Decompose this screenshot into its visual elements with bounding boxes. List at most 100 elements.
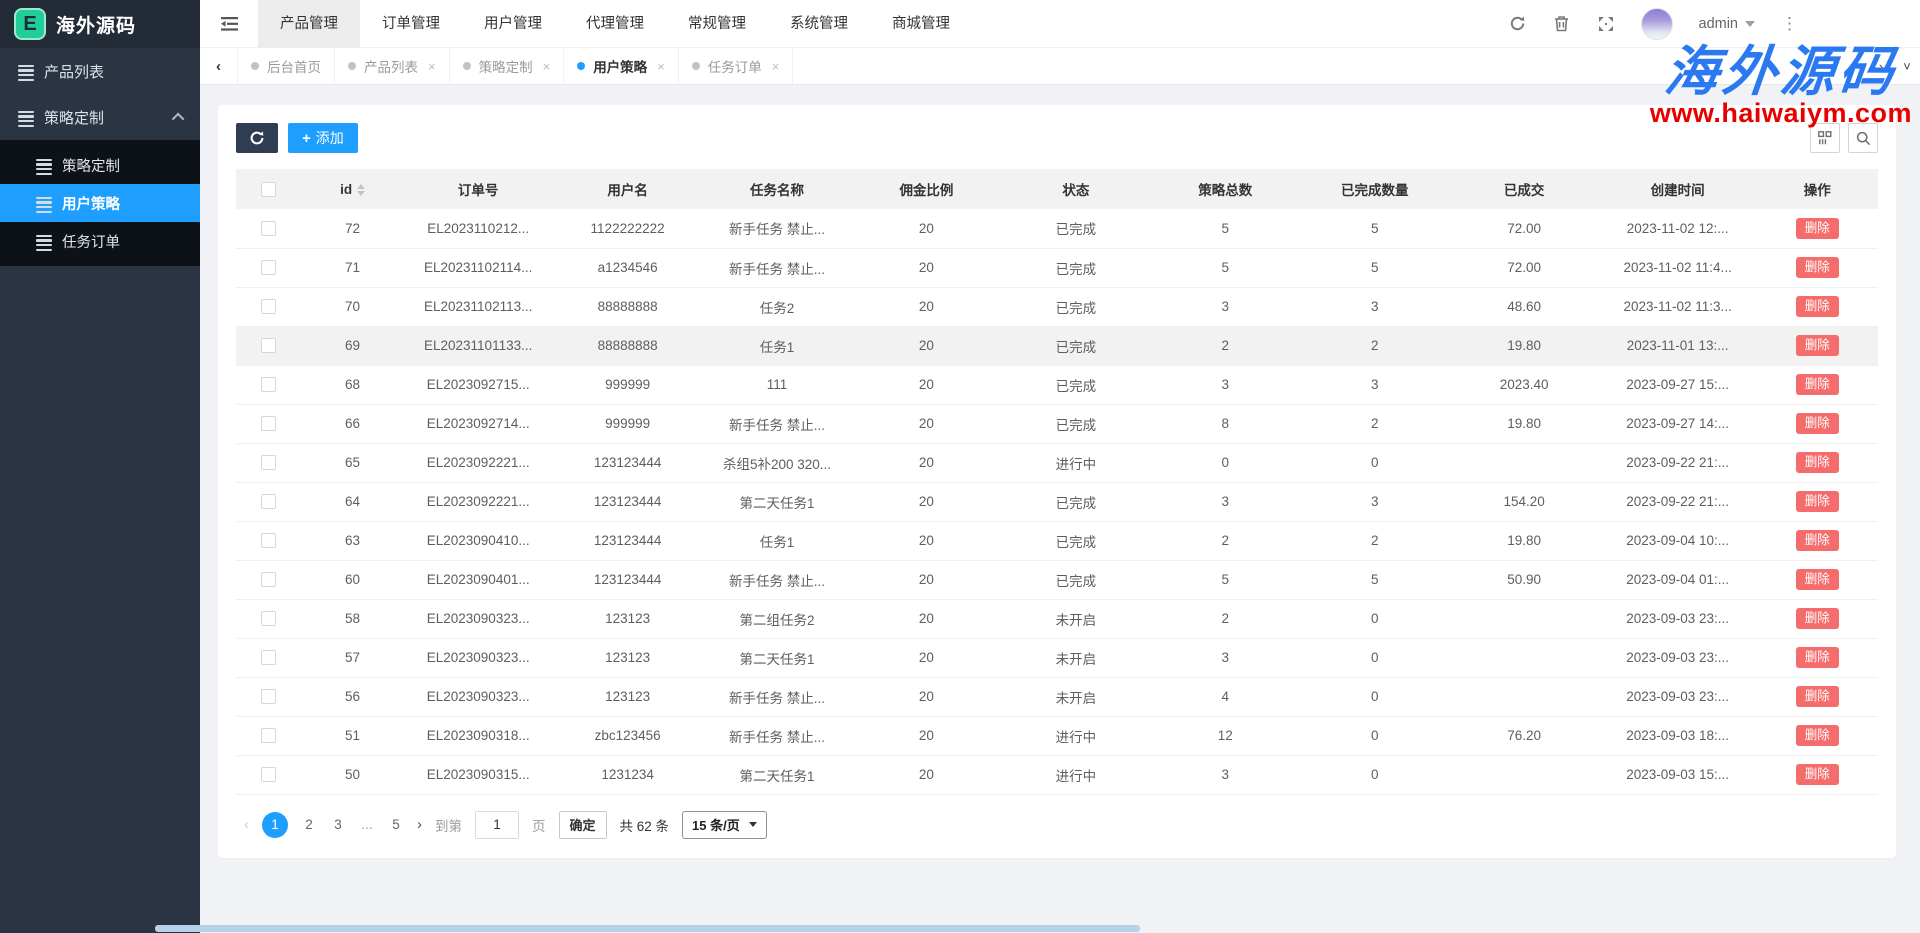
page-number[interactable]: 5 (388, 817, 404, 832)
row-checkbox[interactable] (261, 221, 276, 236)
sidebar-item[interactable]: 策略定制 (0, 94, 200, 140)
page-next-button[interactable]: › (417, 816, 422, 833)
row-checkbox[interactable] (261, 416, 276, 431)
page-tab[interactable]: 策略定制× (450, 48, 565, 84)
sidebar-collapse-icon[interactable] (200, 0, 258, 48)
top-header: 产品管理订单管理用户管理代理管理常规管理系统管理商城管理 admin ⋮ (200, 0, 1920, 48)
page-numbers: 123...5 (262, 812, 404, 838)
column-header: 已完成数量 (1300, 169, 1449, 209)
column-header: 佣金比例 (852, 169, 1001, 209)
cell-strategy-total: 4 (1151, 677, 1300, 716)
add-button[interactable]: + 添加 (288, 123, 358, 153)
row-checkbox[interactable] (261, 689, 276, 704)
table-row: 72EL2023110212...1122222222新手任务 禁止...20已… (236, 209, 1878, 248)
topnav-tab[interactable]: 商城管理 (870, 0, 972, 48)
sidebar-subitem[interactable]: 用户策略 (0, 184, 200, 222)
delete-button[interactable]: 删除 (1796, 257, 1839, 278)
page-prev-button[interactable]: ‹ (244, 816, 249, 833)
topnav-tab[interactable]: 系统管理 (768, 0, 870, 48)
goto-page-input[interactable] (475, 811, 519, 839)
row-checkbox[interactable] (261, 299, 276, 314)
row-checkbox[interactable] (261, 572, 276, 587)
row-checkbox[interactable] (261, 338, 276, 353)
row-checkbox[interactable] (261, 767, 276, 782)
horizontal-scrollbar[interactable] (155, 925, 1140, 932)
sidebar-subitem-label: 用户策略 (62, 193, 120, 214)
row-checkbox[interactable] (261, 728, 276, 743)
page-number[interactable]: 2 (301, 817, 317, 832)
delete-button[interactable]: 删除 (1796, 452, 1839, 473)
cell-amount: 19.80 (1449, 404, 1598, 443)
row-checkbox[interactable] (261, 494, 276, 509)
columns-toggle-button[interactable] (1810, 123, 1840, 153)
delete-button[interactable]: 删除 (1796, 491, 1839, 512)
page-tab[interactable]: 产品列表× (335, 48, 450, 84)
cell-strategy-total: 3 (1151, 482, 1300, 521)
row-checkbox[interactable] (261, 455, 276, 470)
page-tab[interactable]: 任务订单× (679, 48, 794, 84)
delete-button[interactable]: 删除 (1796, 335, 1839, 356)
sort-icon[interactable] (357, 184, 365, 196)
delete-button[interactable]: 删除 (1796, 647, 1839, 668)
topnav-tab[interactable]: 产品管理 (258, 0, 360, 48)
row-checkbox[interactable] (261, 260, 276, 275)
topnav-tab[interactable]: 常规管理 (666, 0, 768, 48)
delete-button[interactable]: 删除 (1796, 218, 1839, 239)
cell-commission: 20 (852, 248, 1001, 287)
row-checkbox[interactable] (261, 377, 276, 392)
tabbar-right-controls: › ˅ (1868, 48, 1920, 84)
topnav-tab[interactable]: 代理管理 (564, 0, 666, 48)
cell-commission: 20 (852, 482, 1001, 521)
select-all-checkbox[interactable] (261, 182, 276, 197)
fullscreen-icon[interactable] (1597, 15, 1615, 33)
tab-menu-icon[interactable]: ˅ (1894, 48, 1920, 84)
tab-close-icon[interactable]: × (543, 59, 551, 74)
topnav-tab[interactable]: 用户管理 (462, 0, 564, 48)
sidebar-subitem[interactable]: 策略定制 (0, 146, 200, 184)
tab-scroll-left[interactable]: ‹ (200, 48, 238, 84)
chevron-down-icon (1745, 21, 1755, 27)
search-button[interactable] (1848, 123, 1878, 153)
goto-confirm-button[interactable]: 确定 (559, 811, 607, 839)
delete-button[interactable]: 删除 (1796, 608, 1839, 629)
table-row: 70EL20231102113...88888888任务220已完成3348.6… (236, 287, 1878, 326)
delete-button[interactable]: 删除 (1796, 413, 1839, 434)
sidebar-item[interactable]: 产品列表 (0, 48, 200, 94)
row-checkbox[interactable] (261, 533, 276, 548)
refresh-icon[interactable] (1509, 15, 1527, 33)
cell-created-at: 2023-09-03 23:... (1599, 638, 1757, 677)
delete-button[interactable]: 删除 (1796, 686, 1839, 707)
delete-button[interactable]: 删除 (1796, 764, 1839, 785)
delete-button[interactable]: 删除 (1796, 530, 1839, 551)
cell-username: a1234546 (553, 248, 702, 287)
cell-username: 123123 (553, 638, 702, 677)
tab-scroll-right[interactable]: › (1868, 48, 1894, 84)
user-menu[interactable]: admin (1699, 16, 1756, 32)
row-checkbox[interactable] (261, 611, 276, 626)
trash-icon[interactable] (1553, 15, 1571, 33)
tab-close-icon[interactable]: × (428, 59, 436, 74)
cell-completed: 0 (1300, 755, 1449, 794)
cell-commission: 20 (852, 209, 1001, 248)
username-label: admin (1699, 16, 1739, 32)
topnav-tab[interactable]: 订单管理 (360, 0, 462, 48)
delete-button[interactable]: 删除 (1796, 725, 1839, 746)
delete-button[interactable]: 删除 (1796, 374, 1839, 395)
user-avatar[interactable] (1641, 8, 1673, 40)
page-tab[interactable]: 后台首页 (238, 48, 335, 84)
delete-button[interactable]: 删除 (1796, 296, 1839, 317)
more-options-icon[interactable]: ⋮ (1781, 15, 1798, 32)
delete-button[interactable]: 删除 (1796, 569, 1839, 590)
toolbar-right (1810, 123, 1878, 153)
logo-icon: E (14, 8, 46, 40)
tab-close-icon[interactable]: × (772, 59, 780, 74)
row-checkbox[interactable] (261, 650, 276, 665)
page-size-select[interactable]: 15 条/页 (682, 811, 767, 839)
cell-amount (1449, 638, 1598, 677)
refresh-table-button[interactable] (236, 123, 278, 153)
tab-close-icon[interactable]: × (657, 59, 665, 74)
page-number[interactable]: 1 (262, 812, 288, 838)
page-tab[interactable]: 用户策略× (564, 48, 679, 84)
page-number[interactable]: 3 (330, 817, 346, 832)
sidebar-subitem[interactable]: 任务订单 (0, 222, 200, 260)
